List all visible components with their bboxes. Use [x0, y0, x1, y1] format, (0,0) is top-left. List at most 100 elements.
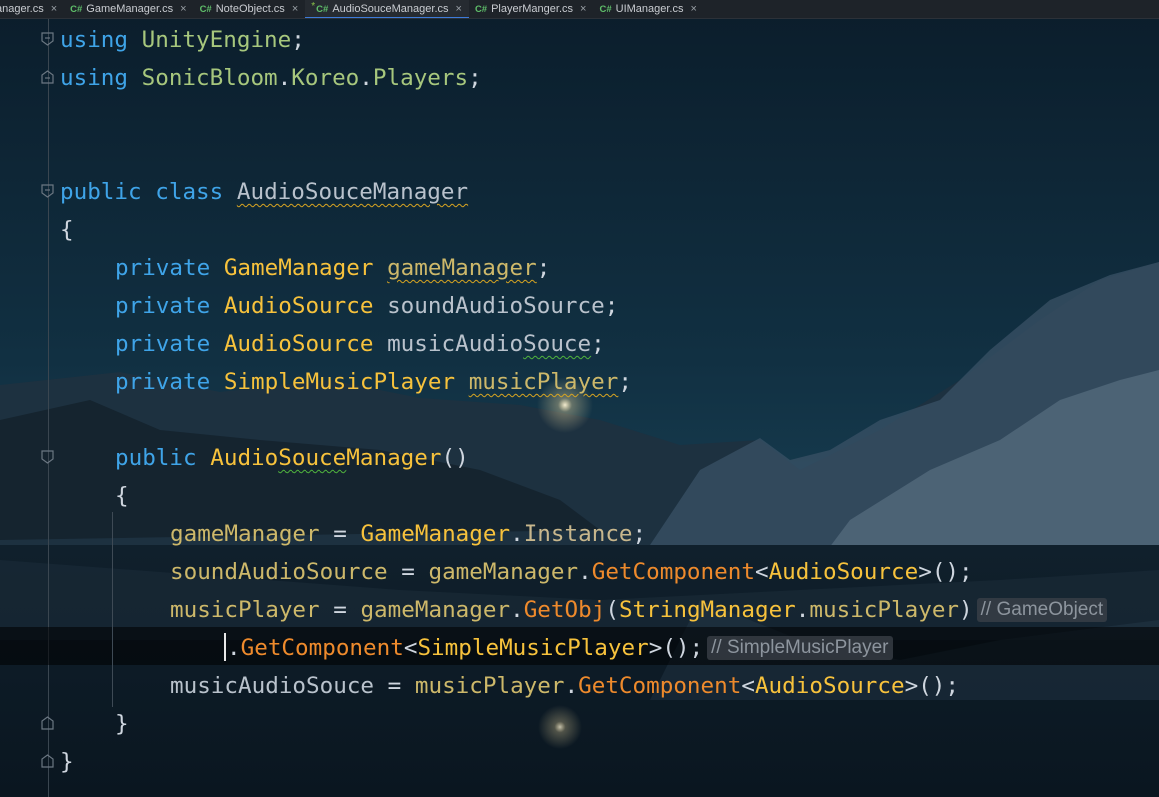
punctuation-token: ;: [632, 521, 647, 547]
punctuation-token: >: [648, 635, 663, 661]
keyword-token: using: [60, 27, 129, 53]
punctuation-token: ();: [931, 559, 973, 585]
close-icon[interactable]: ×: [180, 3, 186, 15]
code-line[interactable]: private AudioSource soundAudioSource;: [115, 287, 618, 325]
code-line[interactable]: public AudioSouceManager(): [115, 439, 469, 477]
code-line[interactable]: private SimpleMusicPlayer musicPlayer;: [115, 363, 632, 401]
keyword-token: private: [115, 331, 211, 357]
punctuation-token: .: [359, 65, 373, 91]
typo-token: Souce: [523, 331, 592, 357]
code-line[interactable]: using SonicBloom.Koreo.Players;: [60, 59, 482, 97]
brace-token: {: [115, 483, 129, 509]
code-line[interactable]: }: [115, 705, 129, 743]
csharp-file-icon: C#: [199, 3, 212, 15]
field-token: gameManager: [428, 559, 579, 585]
tab-player-manger[interactable]: C# PlayerManger.cs ×: [469, 0, 594, 18]
punctuation-token: .: [578, 559, 592, 585]
indent-guide: [112, 512, 113, 707]
inlay-type-hint: // SimpleMusicPlayer: [707, 636, 893, 660]
fold-marker-icon[interactable]: [41, 184, 54, 198]
inlay-type-hint: // GameObject: [976, 598, 1108, 622]
tab-label: AudioSouceManager.cs: [332, 3, 449, 15]
close-icon[interactable]: ×: [292, 3, 298, 15]
code-line[interactable]: using UnityEngine;: [60, 21, 305, 59]
field-token: musicAudio: [387, 331, 524, 357]
keyword-token: private: [115, 293, 211, 319]
csharp-file-icon: C#: [599, 3, 612, 15]
fold-marker-icon[interactable]: [41, 716, 54, 730]
constructor-token: Manager: [346, 445, 442, 471]
keyword-token: public: [60, 179, 142, 205]
namespace-token: Koreo: [291, 65, 360, 91]
field-token: soundAudioSource: [387, 293, 605, 319]
code-line[interactable]: {: [60, 211, 74, 249]
type-token: GameManager: [360, 521, 511, 547]
code-line[interactable]: }: [60, 743, 74, 781]
punctuation-token: .: [510, 521, 524, 547]
code-line[interactable]: private AudioSource musicAudioSouce;: [115, 325, 605, 363]
fold-marker-icon[interactable]: [41, 32, 54, 46]
close-icon[interactable]: ×: [456, 3, 462, 15]
punctuation-token: (: [605, 597, 619, 623]
code-line[interactable]: musicAudioSouce = musicPlayer.GetCompone…: [170, 667, 959, 705]
namespace-token: SonicBloom: [141, 65, 278, 91]
method-token: GetComponent: [240, 635, 404, 661]
method-token: GetComponent: [591, 559, 755, 585]
code-line[interactable]: musicPlayer = gameManager.GetObj(StringM…: [170, 591, 1108, 629]
close-icon[interactable]: ×: [51, 3, 57, 15]
brace-token: }: [115, 711, 129, 737]
punctuation-token: ();: [662, 635, 704, 661]
type-token: SimpleMusicPlayer: [223, 369, 456, 395]
operator-token: =: [319, 521, 361, 547]
punctuation-token: .: [510, 597, 524, 623]
punctuation-token: .: [795, 597, 810, 623]
fold-marker-icon[interactable]: [41, 70, 54, 84]
type-token: AudioSource: [223, 331, 374, 357]
namespace-token: UnityEngine: [141, 27, 292, 53]
tab-ui-manager[interactable]: C# UIManager.cs ×: [593, 0, 703, 18]
type-token: AudioSource: [768, 559, 919, 585]
type-token: StringManager: [618, 597, 796, 623]
punctuation-token: ;: [604, 293, 619, 319]
field-token: gameManager: [170, 521, 320, 547]
tab-note-object[interactable]: C# NoteObject.cs ×: [194, 0, 306, 18]
close-icon[interactable]: ×: [580, 3, 586, 15]
code-line[interactable]: private GameManager gameManager;: [115, 249, 550, 287]
keyword-token: public: [115, 445, 197, 471]
close-icon[interactable]: ×: [691, 3, 697, 15]
punctuation-token: ;: [291, 27, 305, 53]
punctuation-token: <: [741, 673, 755, 699]
fold-marker-icon[interactable]: [41, 754, 54, 768]
tab-audio-manager-truncated[interactable]: anager.cs ×: [0, 0, 64, 18]
fold-marker-icon[interactable]: [41, 450, 54, 464]
punctuation-token: .: [564, 673, 579, 699]
field-token: soundAudioSource: [170, 559, 388, 585]
code-line[interactable]: .GetComponent<SimpleMusicPlayer>();// Si…: [224, 629, 893, 667]
tab-audio-souce-manager[interactable]: * C# AudioSouceManager.cs ×: [305, 0, 469, 18]
punctuation-token: ();: [918, 673, 960, 699]
field-token: musicPlayer: [414, 673, 565, 699]
punctuation-token: <: [403, 635, 418, 661]
property-token: Instance: [523, 521, 633, 547]
csharp-file-icon: C#: [70, 3, 83, 15]
keyword-token: private: [115, 369, 211, 395]
code-line[interactable]: gameManager = GameManager.Instance;: [170, 515, 646, 553]
type-token: GameManager: [223, 255, 374, 281]
csharp-file-icon: C#: [316, 3, 329, 15]
field-token: gameManager: [387, 255, 537, 281]
modified-indicator-icon: *: [311, 0, 316, 12]
punctuation-token: ;: [591, 331, 605, 357]
type-token: AudioSource: [223, 293, 374, 319]
code-line[interactable]: public class AudioSouceManager: [60, 173, 468, 211]
tab-label: PlayerManger.cs: [491, 3, 574, 15]
field-token: gameManager: [360, 597, 511, 623]
punctuation-token: (): [441, 445, 469, 471]
tab-game-manager[interactable]: C# GameManager.cs ×: [64, 0, 193, 18]
constructor-token: Audio: [210, 445, 279, 471]
code-line[interactable]: soundAudioSource = gameManager.GetCompon…: [170, 553, 973, 591]
code-line[interactable]: {: [115, 477, 129, 515]
method-token: GetObj: [523, 597, 606, 623]
punctuation-token: .: [277, 65, 292, 91]
punctuation-token: >: [904, 673, 919, 699]
punctuation-token: ;: [468, 65, 482, 91]
